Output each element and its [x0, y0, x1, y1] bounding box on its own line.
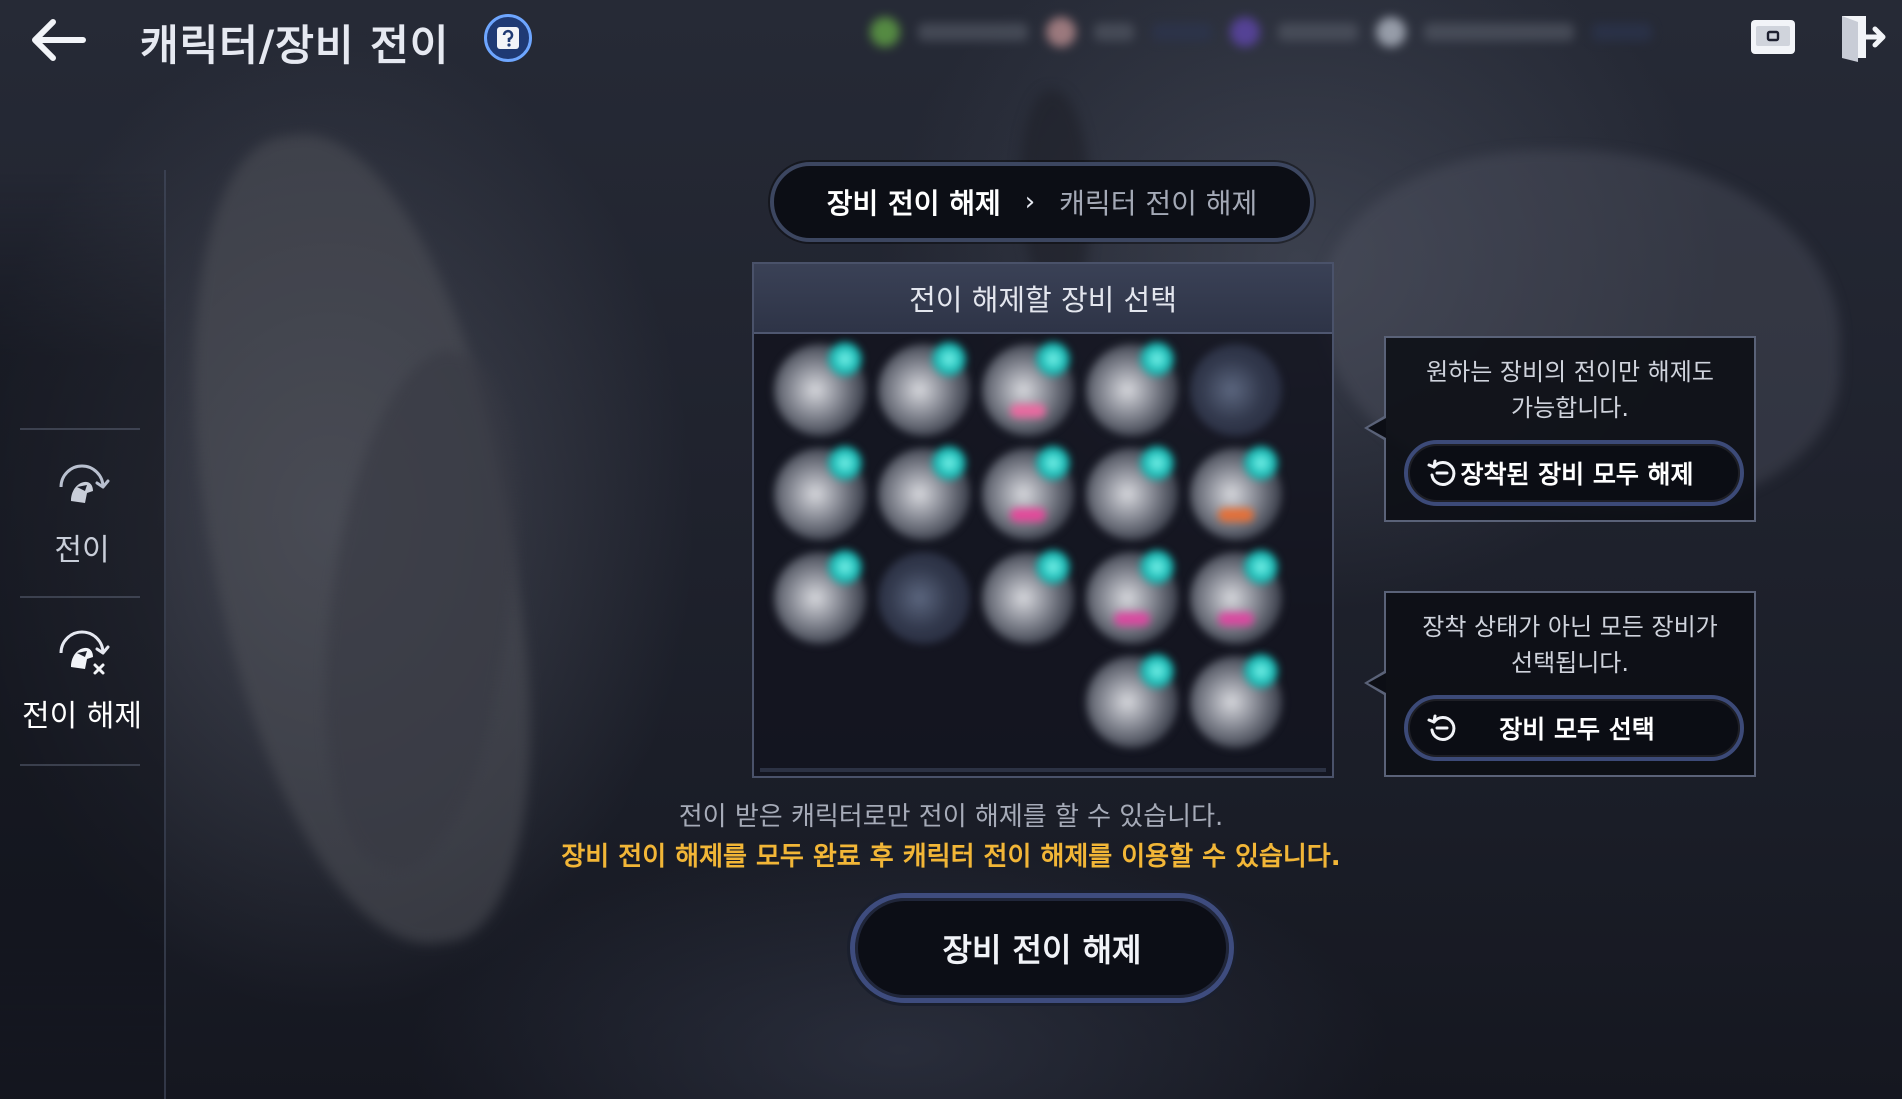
gem-icon: [1244, 446, 1278, 480]
equipment-slot[interactable]: [774, 550, 866, 644]
reset-icon: [1427, 459, 1456, 486]
unequip-all-button[interactable]: 장착된 장비 모두 해제: [1404, 440, 1744, 506]
sidebar-item-label: 전이: [54, 532, 110, 568]
gem-icon: [932, 446, 966, 480]
info-line: 원하는 장비의 전이만 해제도: [1426, 358, 1714, 386]
equipment-slot[interactable]: [1086, 446, 1178, 540]
info-line: 장착 상태가 아닌 모든 장비가: [1422, 613, 1718, 641]
gem-icon: [1140, 446, 1174, 480]
currency-amount: [1094, 23, 1134, 41]
equipment-slot[interactable]: [774, 446, 866, 540]
sidebar-item-label: 전이 해제: [22, 698, 142, 734]
equipment-slot[interactable]: [1086, 654, 1178, 748]
equipment-slot[interactable]: [878, 342, 970, 436]
panel-scroll-track: [760, 768, 1326, 772]
equipment-slot[interactable]: [1086, 550, 1178, 644]
gem-icon: [1244, 654, 1278, 688]
equipment-slot[interactable]: [982, 550, 1074, 644]
equipment-slot[interactable]: [774, 342, 866, 436]
currency-icon: [870, 17, 900, 47]
currency-icon: [1046, 17, 1076, 47]
equipment-slot[interactable]: [982, 342, 1074, 436]
currency-amount: [1592, 23, 1652, 41]
currency-icon: [1230, 17, 1260, 47]
transfer-release-helmet-icon: [59, 630, 110, 674]
transfer-helmet-icon: [59, 464, 110, 503]
guide-book-icon: [497, 27, 519, 49]
currency-amount: [1152, 23, 1212, 41]
step-breadcrumb: 장비 전이 해제 › 캐릭터 전이 해제: [770, 162, 1314, 242]
currency-amount: [1424, 23, 1574, 41]
gem-icon: [1036, 342, 1070, 376]
gem-icon: [828, 550, 862, 584]
release-equipment-transfer-button[interactable]: 장비 전이 해제: [850, 893, 1234, 1003]
info-tooltip-select-all: 장착 상태가 아닌 모든 장비가 선택됩니다. 장비 모두 선택: [1364, 591, 1756, 777]
button-label: 장착된 장비 모두 해제: [1460, 460, 1694, 489]
chevron-right-icon: ›: [1024, 187, 1036, 217]
currency-bar: [870, 8, 1710, 56]
gem-icon: [828, 342, 862, 376]
gem-icon: [1036, 550, 1070, 584]
gem-icon: [1140, 654, 1174, 688]
equipment-slot[interactable]: [878, 446, 970, 540]
gem-icon: [828, 446, 862, 480]
equipment-slot[interactable]: [982, 446, 1074, 540]
sidebar-divider: [20, 764, 140, 766]
exit-door-icon: [1842, 16, 1886, 62]
gem-icon: [932, 342, 966, 376]
mailbox-icon: [1751, 20, 1795, 54]
equipment-grid: [774, 342, 1314, 764]
info-tooltip-unequip: 원하는 장비의 전이만 해제도 가능합니다. 장착된 장비 모두 해제: [1364, 336, 1756, 522]
sidebar-item-transfer-release[interactable]: 전이 해제: [0, 598, 164, 763]
gem-icon: [1140, 342, 1174, 376]
screen: 캐릭터/장비 전이 전이 전이 해제 장비 전이 해제 › 캐릭터 전이 해제 …: [0, 0, 1902, 1099]
currency-amount: [918, 23, 1028, 41]
select-all-button[interactable]: 장비 모두 선택: [1404, 695, 1744, 761]
equipment-slot[interactable]: [1190, 654, 1282, 748]
back-button[interactable]: [22, 10, 92, 70]
sidebar: 전이 전이 해제: [0, 170, 166, 1099]
sidebar-divider: [20, 428, 140, 430]
button-label: 장비 전이 해제: [942, 931, 1142, 969]
step-current: 장비 전이 해제: [826, 187, 1001, 220]
info-text: 원하는 장비의 전이만 해제도 가능합니다.: [1404, 354, 1736, 426]
sidebar-item-transfer[interactable]: 전이: [0, 432, 164, 597]
equipment-slot[interactable]: [1190, 446, 1282, 540]
guide-button[interactable]: [484, 14, 532, 62]
step-next: 캐릭터 전이 해제: [1059, 187, 1258, 220]
currency-amount: [1278, 23, 1358, 41]
gem-icon: [1140, 550, 1174, 584]
exit-button[interactable]: [1836, 12, 1886, 62]
reset-icon: [1427, 714, 1456, 741]
currency-icon: [1376, 17, 1406, 47]
info-line: 선택됩니다.: [1510, 649, 1630, 677]
equipment-slot[interactable]: [1190, 550, 1282, 644]
equipment-panel-title: 전이 해제할 장비 선택: [754, 264, 1332, 334]
equipment-slot[interactable]: [1190, 344, 1282, 436]
mailbox-button[interactable]: [1748, 14, 1798, 60]
info-notice: 전이 받은 캐릭터로만 전이 해제를 할 수 있습니다.: [678, 802, 1224, 832]
info-text: 장착 상태가 아닌 모든 장비가 선택됩니다.: [1404, 609, 1736, 681]
equipment-slot[interactable]: [1086, 342, 1178, 436]
button-label: 장비 모두 선택: [1499, 715, 1655, 744]
equipment-panel: 전이 해제할 장비 선택: [752, 262, 1334, 778]
gem-icon: [1036, 446, 1070, 480]
info-line: 가능합니다.: [1510, 394, 1630, 422]
gem-icon: [1244, 550, 1278, 584]
back-arrow-icon: [32, 19, 86, 61]
warning-notice: 장비 전이 해제를 모두 완료 후 캐릭터 전이 해제를 이용할 수 있습니다.: [561, 842, 1341, 872]
equipment-slot[interactable]: [878, 552, 970, 644]
page-title: 캐릭터/장비 전이: [140, 21, 450, 70]
